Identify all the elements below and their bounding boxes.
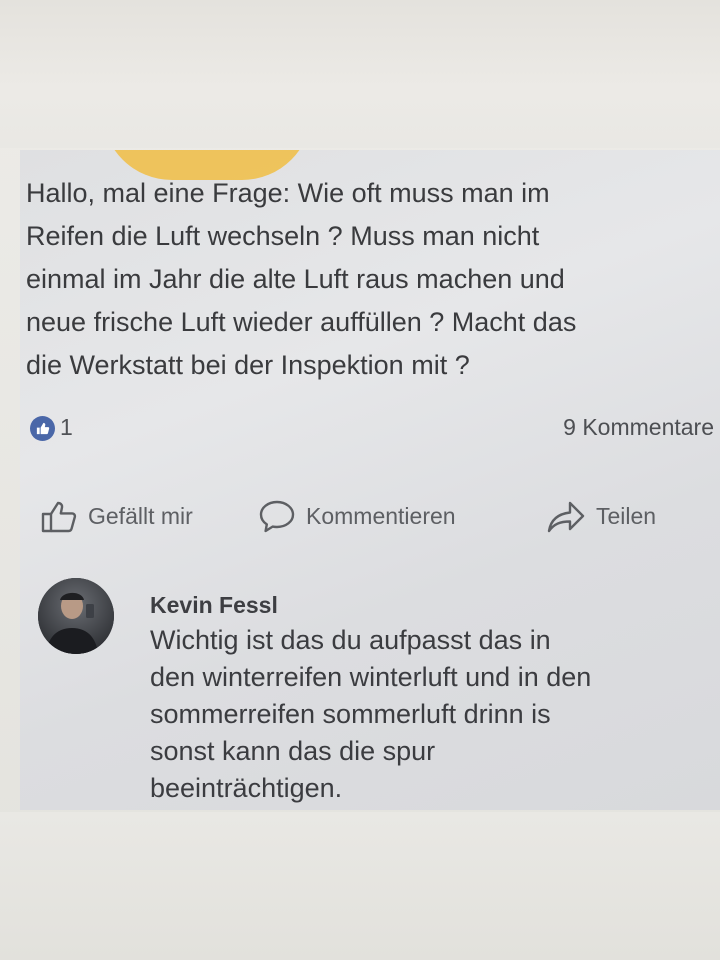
background-bottom bbox=[0, 812, 720, 960]
background-top bbox=[0, 0, 720, 148]
share-button[interactable]: Teilen bbox=[546, 496, 656, 536]
thumbs-up-icon[interactable] bbox=[30, 416, 55, 441]
speech-bubble-icon bbox=[258, 498, 296, 534]
like-button[interactable]: Gefällt mir bbox=[40, 496, 193, 536]
comment-button[interactable]: Kommentieren bbox=[258, 496, 456, 536]
comment-button-label: Kommentieren bbox=[306, 502, 456, 529]
like-button-label: Gefällt mir bbox=[88, 502, 193, 529]
post-actions: Gefällt mir Kommentieren Teilen bbox=[40, 496, 710, 536]
comment-item: Kevin Fessl Wichtig ist das du aufpasst … bbox=[36, 578, 706, 808]
share-button-label: Teilen bbox=[596, 502, 657, 529]
post-text: Hallo, mal eine Frage: Wie oft muss man … bbox=[26, 178, 577, 380]
comment-author[interactable]: Kevin Fessl bbox=[150, 592, 278, 619]
thumbs-up-outline-icon bbox=[40, 498, 78, 534]
comment-text: Wichtig ist das du aufpasst das in den w… bbox=[150, 625, 592, 803]
comment-count-link[interactable]: 9 Kommentare bbox=[563, 414, 714, 441]
like-count[interactable]: 1 bbox=[60, 414, 73, 441]
avatar[interactable] bbox=[38, 578, 114, 654]
share-arrow-icon bbox=[546, 498, 586, 534]
post-card: Hallo, mal eine Frage: Wie oft muss man … bbox=[20, 150, 720, 810]
reactions-row: 1 9 Kommentare bbox=[30, 412, 714, 444]
